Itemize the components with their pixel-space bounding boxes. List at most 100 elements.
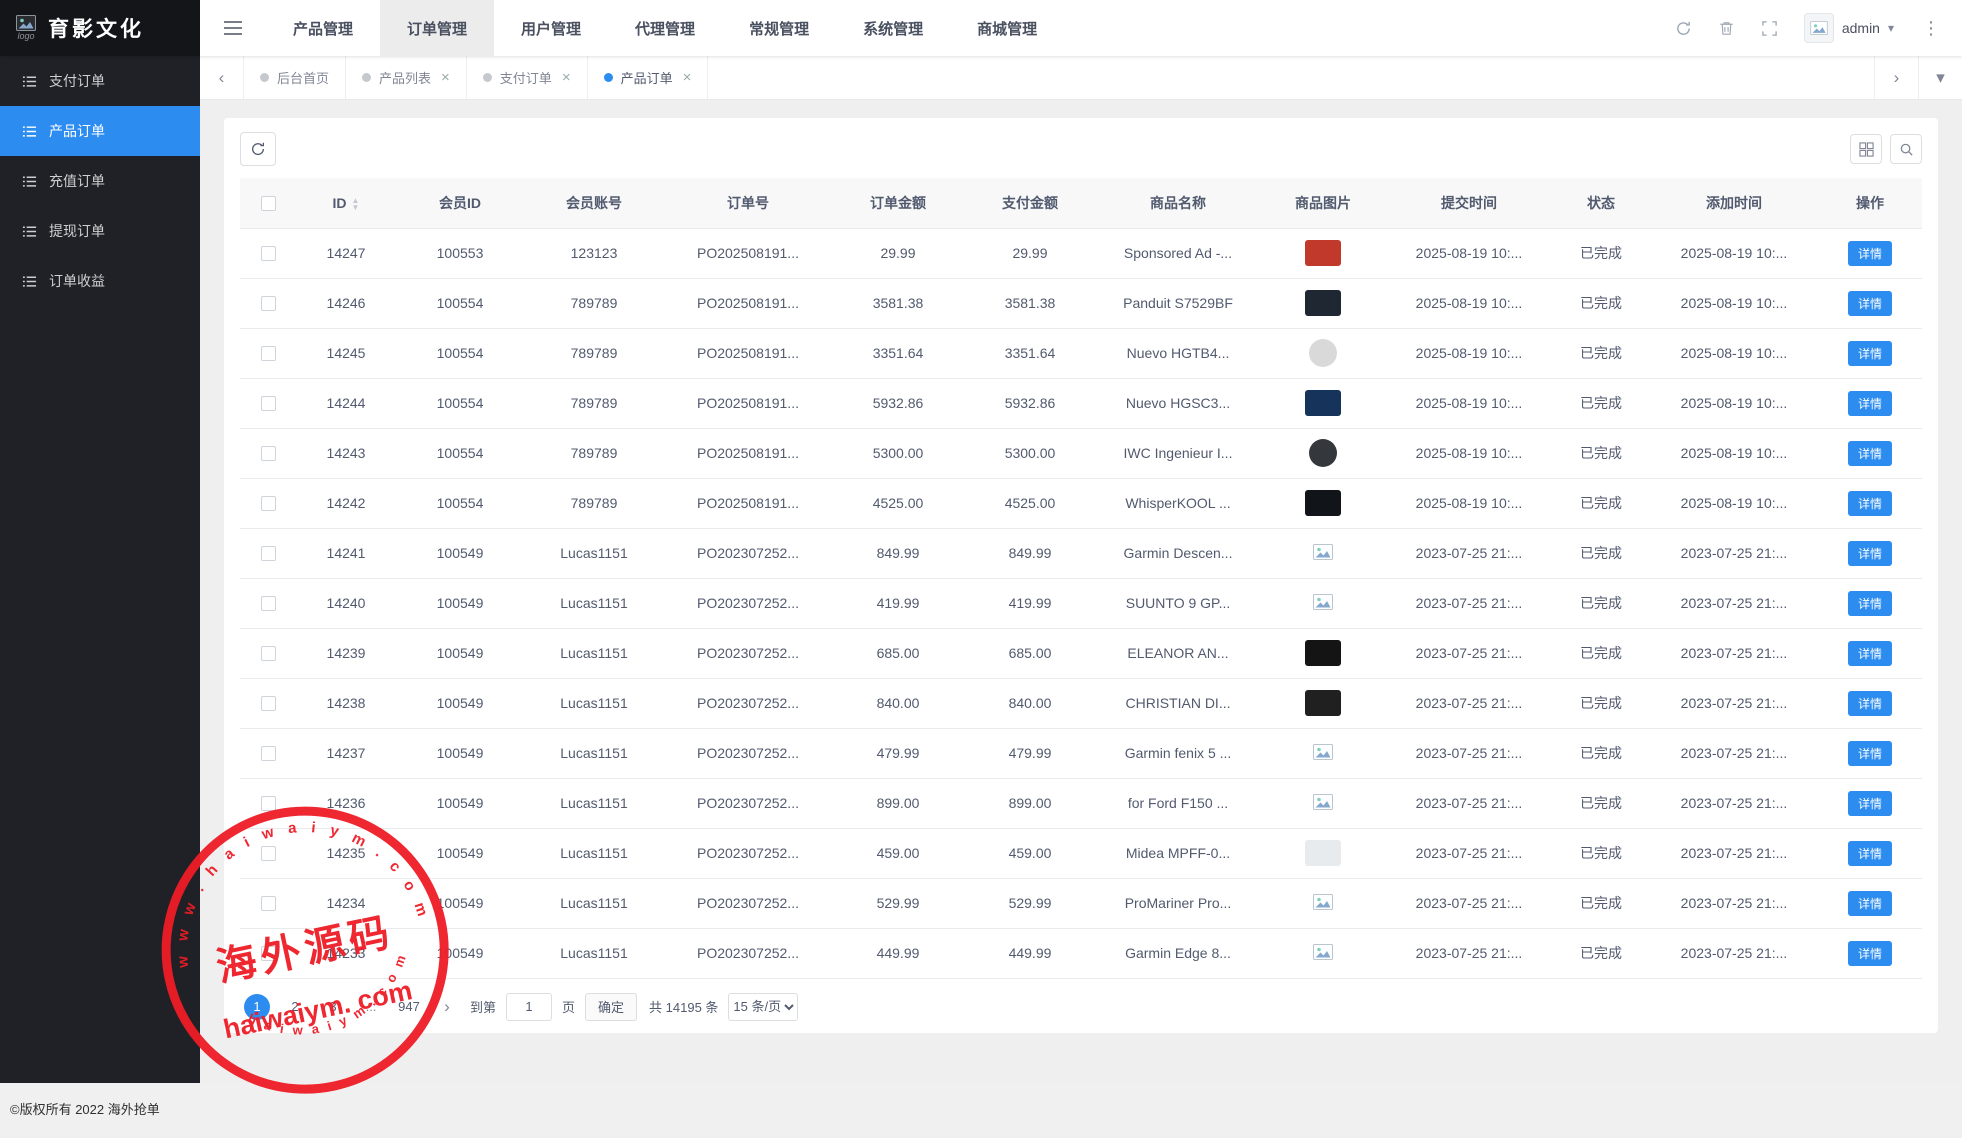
- row-checkbox[interactable]: [261, 746, 276, 761]
- tab-0[interactable]: 后台首页: [244, 56, 346, 99]
- row-checkbox[interactable]: [261, 796, 276, 811]
- tabs-scroll-left-button[interactable]: ‹: [200, 56, 244, 99]
- detail-button[interactable]: 详情: [1848, 441, 1892, 466]
- tabs-menu-button[interactable]: ▾: [1918, 56, 1962, 99]
- detail-button[interactable]: 详情: [1848, 891, 1892, 916]
- top-nav-item-0[interactable]: 产品管理: [266, 0, 380, 56]
- tab-label: 产品列表: [379, 68, 431, 87]
- row-checkbox[interactable]: [261, 896, 276, 911]
- select-all-checkbox[interactable]: [261, 196, 276, 211]
- cell-action: 详情: [1818, 928, 1922, 978]
- tab-close-icon[interactable]: ×: [441, 69, 450, 86]
- cell-add-time: 2023-07-25 21:...: [1650, 628, 1818, 678]
- detail-button[interactable]: 详情: [1848, 841, 1892, 866]
- pagination-pages: 123... 947 ›: [244, 994, 460, 1020]
- user-menu[interactable]: admin ▾: [1804, 13, 1894, 43]
- sidebar-item-0[interactable]: 支付订单: [0, 56, 200, 106]
- row-checkbox[interactable]: [261, 596, 276, 611]
- cell-checkbox: [240, 478, 296, 528]
- cell-id: 14233: [296, 928, 396, 978]
- detail-button[interactable]: 详情: [1848, 491, 1892, 516]
- row-checkbox[interactable]: [261, 646, 276, 661]
- page-button-2[interactable]: 2: [282, 994, 308, 1020]
- page-button-1[interactable]: 1: [244, 994, 270, 1020]
- row-checkbox[interactable]: [261, 396, 276, 411]
- cell-order-no: PO202307252...: [664, 878, 832, 928]
- row-checkbox[interactable]: [261, 446, 276, 461]
- detail-button[interactable]: 详情: [1848, 391, 1892, 416]
- page-size-select[interactable]: 15 条/页: [728, 993, 798, 1021]
- cell-account: 789789: [524, 378, 664, 428]
- cell-id: 14243: [296, 428, 396, 478]
- top-nav-item-2[interactable]: 用户管理: [494, 0, 608, 56]
- detail-button[interactable]: 详情: [1848, 541, 1892, 566]
- row-checkbox[interactable]: [261, 696, 276, 711]
- detail-button[interactable]: 详情: [1848, 791, 1892, 816]
- product-image: [1297, 684, 1349, 722]
- tab-1[interactable]: 产品列表 ×: [346, 56, 467, 99]
- detail-button[interactable]: 详情: [1848, 341, 1892, 366]
- cell-pay-amount: 449.99: [964, 928, 1096, 978]
- detail-button[interactable]: 详情: [1848, 641, 1892, 666]
- tabs-scroll-right-button[interactable]: ›: [1874, 56, 1918, 99]
- detail-button[interactable]: 详情: [1848, 741, 1892, 766]
- product-image-shape: [1305, 490, 1341, 516]
- refresh-button[interactable]: [1675, 20, 1692, 37]
- tab-2[interactable]: 支付订单×: [467, 56, 588, 99]
- cell-id: 14242: [296, 478, 396, 528]
- cell-checkbox: [240, 328, 296, 378]
- table-search-button[interactable]: [1890, 134, 1922, 164]
- cell-order-no: PO202307252...: [664, 628, 832, 678]
- broken-image-icon: [1313, 894, 1333, 910]
- clear-cache-button[interactable]: [1718, 20, 1735, 37]
- cell-action: 详情: [1818, 328, 1922, 378]
- cell-pay-amount: 849.99: [964, 528, 1096, 578]
- table-row-14247: 14247100553123123PO202508191...29.9929.9…: [240, 228, 1922, 278]
- column-header-label: 商品名称: [1150, 195, 1206, 211]
- cell-id: 14237: [296, 728, 396, 778]
- detail-button[interactable]: 详情: [1848, 591, 1892, 616]
- row-checkbox[interactable]: [261, 496, 276, 511]
- top-nav-item-6[interactable]: 商城管理: [950, 0, 1064, 56]
- tab-3[interactable]: 产品订单×: [588, 56, 709, 99]
- jump-confirm-button[interactable]: 确定: [585, 993, 637, 1021]
- sort-button[interactable]: ▲▼: [352, 197, 360, 211]
- row-checkbox[interactable]: [261, 346, 276, 361]
- page-ellipsis: ...: [358, 994, 384, 1020]
- cell-product-image: [1260, 828, 1386, 878]
- fullscreen-button[interactable]: [1761, 20, 1778, 37]
- column-settings-button[interactable]: [1850, 134, 1882, 164]
- row-checkbox[interactable]: [261, 846, 276, 861]
- refresh-icon: [1675, 20, 1692, 37]
- top-nav-item-4[interactable]: 常规管理: [722, 0, 836, 56]
- page-button-947[interactable]: 947: [396, 994, 422, 1020]
- sidebar-item-2[interactable]: 充值订单: [0, 156, 200, 206]
- row-checkbox[interactable]: [261, 546, 276, 561]
- detail-button[interactable]: 详情: [1848, 691, 1892, 716]
- top-nav-item-3[interactable]: 代理管理: [608, 0, 722, 56]
- row-checkbox[interactable]: [261, 246, 276, 261]
- page-jump-input[interactable]: [506, 993, 552, 1021]
- top-nav-item-5[interactable]: 系统管理: [836, 0, 950, 56]
- tab-close-icon[interactable]: ×: [562, 69, 571, 86]
- detail-button[interactable]: 详情: [1848, 941, 1892, 966]
- collapse-menu-button[interactable]: [200, 0, 266, 56]
- sidebar-item-1[interactable]: 产品订单: [0, 106, 200, 156]
- sidebar-item-4[interactable]: 订单收益: [0, 256, 200, 306]
- orders-table: ID▲▼会员ID会员账号订单号订单金额支付金额商品名称商品图片提交时间状态添加时…: [240, 178, 1922, 979]
- tab-close-icon[interactable]: ×: [683, 69, 692, 86]
- cell-product-name: ProMariner Pro...: [1096, 878, 1260, 928]
- detail-button[interactable]: 详情: [1848, 241, 1892, 266]
- row-checkbox[interactable]: [261, 296, 276, 311]
- top-nav-item-1[interactable]: 订单管理: [380, 0, 494, 56]
- next-page-button[interactable]: ›: [434, 994, 460, 1020]
- table-refresh-button[interactable]: [240, 132, 276, 166]
- sidebar-item-3[interactable]: 提现订单: [0, 206, 200, 256]
- cell-id: 14246: [296, 278, 396, 328]
- row-checkbox[interactable]: [261, 946, 276, 961]
- cell-account: 123123: [524, 228, 664, 278]
- detail-button[interactable]: 详情: [1848, 291, 1892, 316]
- cell-amount: 849.99: [832, 528, 964, 578]
- page-button-3[interactable]: 3: [320, 994, 346, 1020]
- more-options-button[interactable]: ⋮: [1920, 18, 1942, 39]
